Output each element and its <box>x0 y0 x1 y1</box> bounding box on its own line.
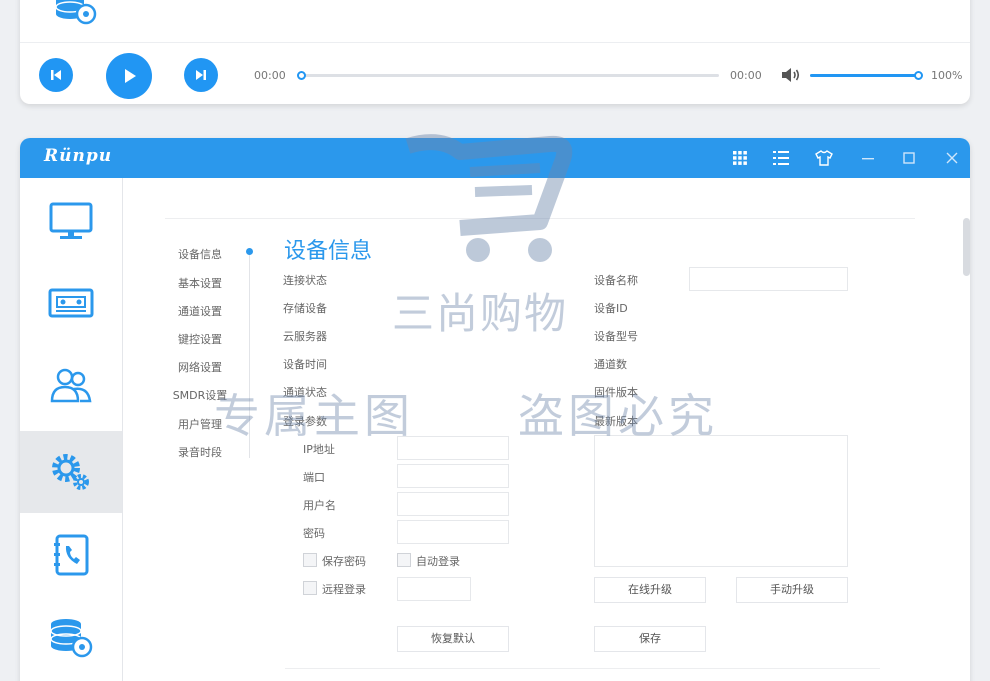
maximize-icon <box>903 152 915 164</box>
remote-login-input[interactable] <box>397 577 471 601</box>
minimize-button[interactable] <box>856 146 880 170</box>
content-divider-bottom <box>285 668 880 669</box>
phone-book-icon <box>54 534 89 576</box>
brand-logo: Rünpu <box>44 146 113 166</box>
volume-handle[interactable] <box>914 71 923 80</box>
port-label: 端口 <box>303 471 325 484</box>
subnav-item-channel-settings[interactable]: 通道设置 <box>168 303 232 319</box>
subnav-item-device-info[interactable]: 设备信息 <box>168 246 232 262</box>
users-icon <box>50 368 92 403</box>
progress-handle[interactable] <box>297 71 306 80</box>
sidebar-item-monitor[interactable] <box>20 180 122 262</box>
minimize-icon <box>862 158 874 160</box>
total-time: 00:00 <box>730 69 762 82</box>
device-id-label: 设备ID <box>594 302 628 315</box>
manual-upgrade-button[interactable]: 手动升级 <box>736 577 848 603</box>
grid-view-button[interactable] <box>728 146 752 170</box>
port-input[interactable] <box>397 464 509 488</box>
password-input[interactable] <box>397 520 509 544</box>
firmware-info-box[interactable] <box>594 435 848 567</box>
connection-status-label: 连接状态 <box>283 274 327 287</box>
device-name-label: 设备名称 <box>594 274 638 287</box>
prev-track-button[interactable] <box>39 58 73 92</box>
page-title: 设备信息 <box>284 239 373 264</box>
subnav-item-basic-settings[interactable]: 基本设置 <box>168 275 232 291</box>
current-time: 00:00 <box>254 69 286 82</box>
save-password-label: 保存密码 <box>322 555 366 568</box>
online-upgrade-button[interactable]: 在线升级 <box>594 577 706 603</box>
player-window: 00:00 00:00 100% <box>20 0 970 104</box>
subnav-item-network-settings[interactable]: 网络设置 <box>168 359 232 375</box>
shopping-cart-watermark-icon <box>405 134 573 262</box>
device-name-input[interactable] <box>689 267 848 291</box>
device-time-label: 设备时间 <box>283 358 327 371</box>
subnav-active-indicator <box>246 248 253 255</box>
prev-icon <box>51 70 61 80</box>
sidebar-item-recorder[interactable] <box>20 262 122 344</box>
database-disc-icon <box>50 619 93 658</box>
subnav-item-key-settings[interactable]: 键控设置 <box>168 331 232 347</box>
remote-login-label: 远程登录 <box>322 583 366 596</box>
volume-fill <box>810 74 918 77</box>
username-label: 用户名 <box>303 499 336 512</box>
cloud-server-label: 云服务器 <box>283 330 327 343</box>
auto-login-label: 自动登录 <box>416 555 460 568</box>
watermark-slogan-left: 专属主图 <box>214 389 414 443</box>
monitor-icon <box>49 202 93 239</box>
next-icon <box>196 70 206 80</box>
storage-device-label: 存储设备 <box>283 302 327 315</box>
sidebar-item-settings[interactable] <box>20 431 122 513</box>
player-divider <box>20 42 970 43</box>
next-track-button[interactable] <box>184 58 218 92</box>
volume-slider[interactable] <box>810 71 923 80</box>
progress-slider[interactable] <box>297 71 719 80</box>
maximize-button[interactable] <box>897 146 921 170</box>
close-button[interactable] <box>940 146 964 170</box>
shirt-icon <box>815 150 833 166</box>
username-input[interactable] <box>397 492 509 516</box>
play-button[interactable] <box>106 53 152 99</box>
volume-percent: 100% <box>931 69 963 82</box>
skin-button[interactable] <box>812 146 836 170</box>
save-button[interactable]: 保存 <box>594 626 706 652</box>
recorder-icon <box>48 288 94 318</box>
speaker-icon[interactable] <box>780 66 802 84</box>
sidebar-item-storage[interactable] <box>20 596 122 678</box>
watermark-slogan-right: 盗图必究 <box>518 389 718 443</box>
grid-icon <box>733 151 747 165</box>
channel-count-label: 通道数 <box>594 358 627 371</box>
save-password-checkbox[interactable] <box>303 553 317 567</box>
watermark-brand: 三尚购物 <box>392 289 569 338</box>
play-icon <box>125 69 136 83</box>
remote-login-checkbox[interactable] <box>303 581 317 595</box>
close-icon <box>946 152 958 164</box>
sidebar <box>20 178 123 681</box>
subnav-item-recording-period[interactable]: 录音时段 <box>168 444 232 460</box>
device-model-label: 设备型号 <box>594 330 638 343</box>
settings-gears-icon <box>52 454 89 490</box>
list-icon <box>773 151 789 165</box>
password-label: 密码 <box>303 527 325 540</box>
sidebar-item-users[interactable] <box>20 344 122 426</box>
list-view-button[interactable] <box>769 146 793 170</box>
database-disc-icon[interactable] <box>54 0 98 26</box>
sidebar-item-phonebook[interactable] <box>20 514 122 596</box>
scrollbar[interactable] <box>963 218 970 276</box>
auto-login-checkbox[interactable] <box>397 553 411 567</box>
restore-default-button[interactable]: 恢复默认 <box>397 626 509 652</box>
